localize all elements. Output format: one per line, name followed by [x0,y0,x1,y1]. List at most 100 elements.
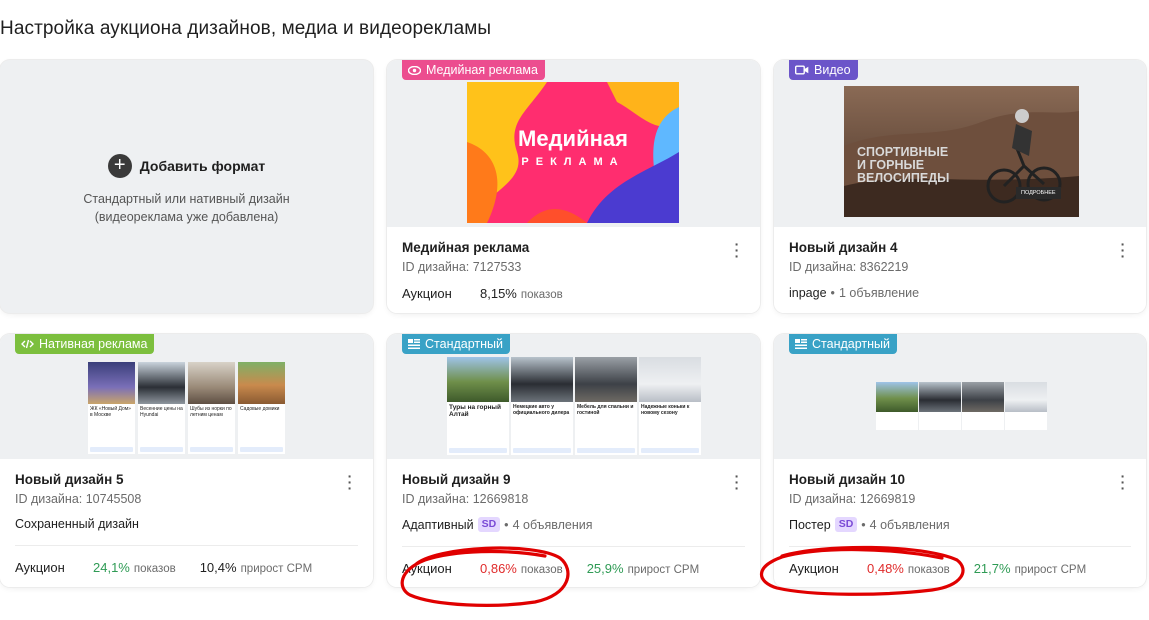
ad-thumb-text: Надежные коньки к новому сезону [641,404,690,416]
eye-icon [408,65,421,75]
add-format-card[interactable]: + Добавить формат Стандартный или нативн… [0,60,373,313]
auction-share-unit: показов [133,563,176,575]
cpm-lift-unit: прирост CPM [240,563,313,575]
auction-share: 24,1% [93,560,130,575]
design-card-media[interactable]: Медийная реклама Медийная РЕКЛАМА Медийн… [387,60,760,313]
design-card-standard-9[interactable]: Стандартный Туры на горный Алтай Немецки… [387,334,760,587]
ad-thumb-text: Шубы из норки по летним ценам [190,406,232,418]
layout-icon [408,339,420,349]
ad-thumb: Туры на горный Алтай [447,357,509,455]
cpm-lift: 10,4% [199,560,237,575]
design-preview: Нативная реклама ЖК «Новый Дом» в Москве… [0,334,373,459]
design-card-video[interactable]: Видео СПОРТИВНЫЕ И ГОРНЫЕ ВЕЛОСИПЕДЫ ПОД… [774,60,1146,313]
format-badge-label: Видео [814,63,851,77]
ad-thumb: Весенние цены на Hyundai [138,362,185,454]
kebab-menu-icon[interactable]: · · · [734,469,740,495]
poster-ad-previews [876,382,1047,430]
video-camera-icon [795,65,809,75]
ad-thumb-text: Весенние цены на Hyundai [140,406,183,418]
kebab-menu-icon[interactable]: · · · [1120,469,1126,495]
video-preview-image: СПОРТИВНЫЕ И ГОРНЫЕ ВЕЛОСИПЕДЫ ПОДРОБНЕЕ [844,86,1079,217]
format-badge: Стандартный [789,334,897,354]
design-format: Постер [789,517,831,532]
auction-share-unit: показов [520,289,563,301]
cpm-lift-unit: прирост CPM [1014,564,1087,576]
auction-stats: Аукцион 8,15% показов [402,286,745,301]
cpm-lift-unit: прирост CPM [627,564,700,576]
design-id: ID дизайна: 12669818 [402,492,529,506]
design-title: Новый дизайн 5 [15,472,124,487]
cpm-lift: 25,9% [586,561,624,576]
ad-thumb: ЖК «Новый Дом» в Москве [88,362,135,454]
auction-stats: Аукцион 24,1% показов 10,4% прирост CPM [15,560,358,575]
add-format-hint-line1: Стандартный или нативный дизайн [83,192,290,206]
design-title: Медийная реклама [402,240,530,255]
design-format: Адаптивный [402,517,474,532]
sd-badge: SD [834,517,858,532]
ad-thumb: Садовые домики [238,362,285,454]
design-preview: Видео СПОРТИВНЫЕ И ГОРНЫЕ ВЕЛОСИПЕДЫ ПОД… [774,60,1146,227]
ad-thumb-text: ЖК «Новый Дом» в Москве [90,406,131,418]
ad-thumb-text: Немецкие авто у официального дилера [513,404,570,416]
native-ad-previews: ЖК «Новый Дом» в Москве Весенние цены на… [88,362,285,454]
plus-circle-icon: + [107,154,132,178]
format-badge: Нативная реклама [15,334,155,354]
auction-label: Аукцион [789,561,839,576]
ad-thumb [919,382,961,430]
video-headline-3: ВЕЛОСИПЕДЫ [857,171,950,185]
ads-count: 1 объявление [838,286,920,300]
ad-thumb-text: Туры на горный Алтай [449,404,501,418]
design-id: ID дизайна: 12669819 [789,492,916,506]
auction-share: 0,86% [480,561,517,576]
divider [15,545,358,546]
auction-share: 0,48% [867,561,904,576]
design-preview: Медийная реклама Медийная РЕКЛАМА [387,60,760,227]
format-badge-label: Стандартный [812,337,890,351]
auction-share: 8,15% [480,286,517,301]
ad-thumb-text: Мебель для спальни и гостиной [577,404,634,416]
format-badge: Стандартный [402,334,510,354]
divider [789,546,1131,547]
layout-icon [795,339,807,349]
format-badge-label: Медийная реклама [426,63,538,77]
format-badge-label: Нативная реклама [39,337,148,351]
auction-label: Аукцион [402,286,452,301]
add-format-hint-line2: (видеореклама уже добавлена) [94,210,279,224]
design-status-label: Сохраненный дизайн [15,517,139,531]
design-id: ID дизайна: 8362219 [789,260,909,274]
design-title: Новый дизайн 9 [402,472,511,487]
ad-thumb [1005,382,1047,430]
design-format: inpage [789,286,827,300]
design-meta: Адаптивный SD • 4 объявления [402,517,593,532]
ads-count: 4 объявления [512,517,593,532]
divider [402,546,745,547]
kebab-menu-icon[interactable]: · · · [347,469,353,495]
sd-badge: SD [477,517,501,532]
design-id: ID дизайна: 7127533 [402,260,522,274]
media-banner-subtitle: РЕКЛАМА [521,156,625,168]
add-format-hint: Стандартный или нативный дизайн (видеоре… [0,190,373,226]
add-format-button[interactable]: + Добавить формат [107,154,266,178]
format-badge: Видео [789,60,858,80]
media-banner-title: Медийная [518,126,628,151]
design-meta: inpage • 1 объявление [789,286,920,300]
ad-thumb [962,382,1004,430]
design-status: Сохраненный дизайн [15,517,358,531]
media-banner-image: Медийная РЕКЛАМА [467,82,679,223]
add-format-label: Добавить формат [139,158,266,174]
ad-thumb: Немецкие авто у официального дилера [511,357,573,455]
kebab-menu-icon[interactable]: · · · [734,237,740,263]
video-cta-button: ПОДРОБНЕЕ [1016,187,1061,199]
code-icon [21,339,34,349]
standard-ad-previews: Туры на горный Алтай Немецкие авто у офи… [447,357,701,455]
auction-stats: Аукцион 0,48% показов 21,7% прирост CPM [789,561,1131,576]
cpm-lift: 21,7% [973,561,1011,576]
design-card-native[interactable]: Нативная реклама ЖК «Новый Дом» в Москве… [0,334,373,587]
ad-thumb: Мебель для спальни и гостиной [575,357,637,455]
kebab-menu-icon[interactable]: · · · [1120,237,1126,263]
design-id: ID дизайна: 10745508 [15,492,142,506]
design-card-standard-10[interactable]: Стандартный Новый дизайн 10 ID дизайна: … [774,334,1146,587]
design-title: Новый дизайн 4 [789,240,898,255]
ad-thumb: Шубы из норки по летним ценам [188,362,235,454]
auction-share-unit: показов [907,564,950,576]
